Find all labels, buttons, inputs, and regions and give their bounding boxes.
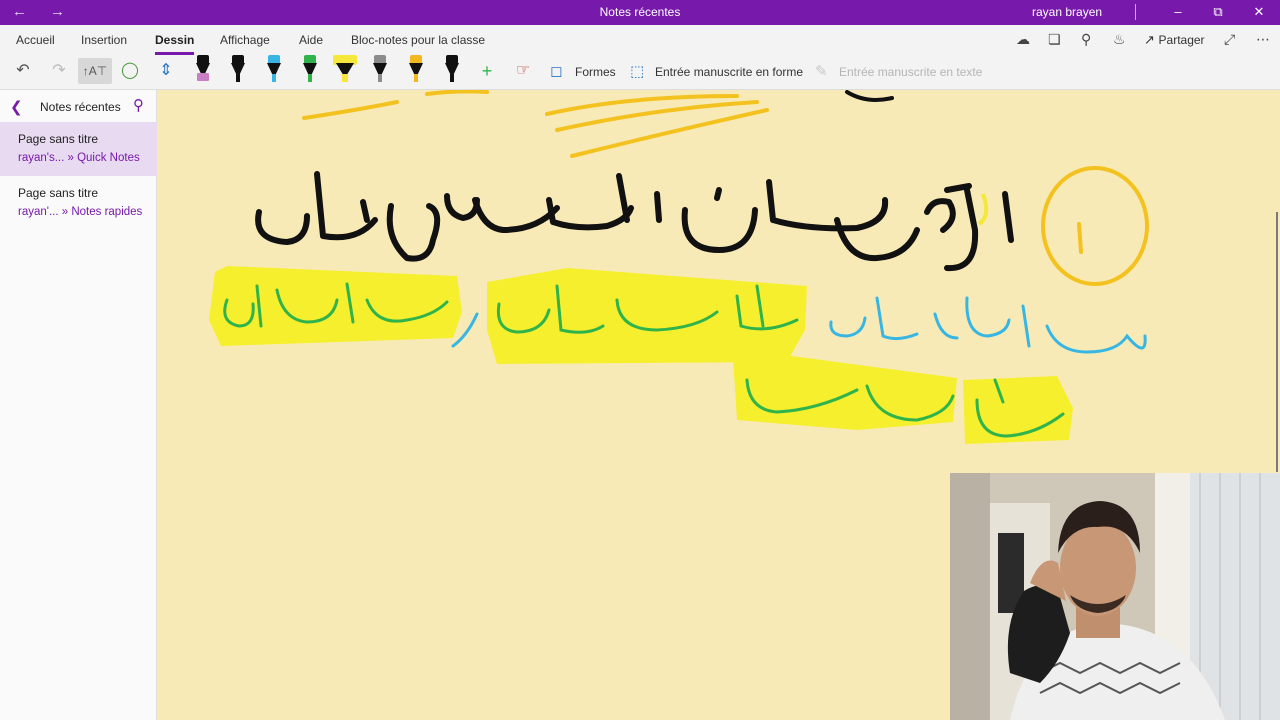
- notebooks-icon[interactable]: ❏: [1048, 31, 1061, 48]
- search-icon[interactable]: ⚲: [133, 96, 144, 114]
- lightbulb-icon[interactable]: ⚲: [1081, 31, 1091, 48]
- recent-notes-sidebar: ❮ Notes récentes ⚲ Page sans titre rayan…: [0, 90, 157, 720]
- sidebar-header: ❮ Notes récentes ⚲: [0, 90, 157, 122]
- titlebar-divider: [1135, 4, 1136, 20]
- redo-icon[interactable]: ↷: [48, 58, 70, 84]
- pen-black[interactable]: [229, 55, 247, 83]
- ribbon: Accueil Insertion Dessin Affichage Aide …: [0, 25, 1280, 90]
- shapes-button[interactable]: Formes: [575, 65, 616, 79]
- ink-to-shape-icon: ⬚: [630, 63, 645, 80]
- highlighter-yellow[interactable]: [333, 55, 357, 83]
- list-item[interactable]: Page sans titre rayan's... » Quick Notes: [0, 122, 157, 176]
- tab-affichage[interactable]: Affichage: [220, 33, 270, 47]
- restore-icon[interactable]: ⧉: [1208, 2, 1228, 22]
- presenter-image: [950, 473, 1280, 720]
- ink-replay-icon[interactable]: ☞: [512, 58, 534, 84]
- page-path: rayan's... » Quick Notes: [18, 152, 140, 164]
- pen-purple[interactable]: [194, 55, 212, 83]
- pen-gold[interactable]: [407, 55, 425, 83]
- type-select-icon[interactable]: ↑A⊤: [78, 58, 112, 84]
- ink-to-text-icon: ✎: [815, 63, 828, 80]
- user-name[interactable]: rayan brayen: [1032, 5, 1102, 19]
- title-bar: ← → Notes récentes rayan brayen – ⧉ ✕: [0, 0, 1280, 25]
- tab-accueil[interactable]: Accueil: [16, 33, 55, 47]
- pen-blue[interactable]: [265, 55, 283, 83]
- lasso-select-icon[interactable]: ◯: [119, 58, 141, 84]
- pen-green[interactable]: [301, 55, 319, 83]
- page-title: Page sans titre: [18, 132, 99, 146]
- tab-insertion[interactable]: Insertion: [81, 33, 127, 47]
- sidebar-title: Notes récentes: [40, 100, 121, 114]
- list-item[interactable]: Page sans titre rayan'... » Notes rapide…: [0, 176, 157, 230]
- fullscreen-icon[interactable]: ⤢: [1224, 31, 1235, 48]
- bell-icon[interactable]: ♨: [1113, 31, 1126, 48]
- share-icon: ↗: [1144, 32, 1159, 47]
- share-label: Partager: [1158, 33, 1205, 47]
- tab-bloc-notes[interactable]: Bloc-notes pour la classe: [351, 33, 485, 47]
- close-icon[interactable]: ✕: [1249, 2, 1269, 22]
- ink-to-shape-button[interactable]: Entrée manuscrite en forme: [655, 65, 803, 79]
- add-space-icon[interactable]: ⇕: [155, 58, 177, 84]
- pen-black-2[interactable]: [443, 55, 461, 83]
- tab-aide[interactable]: Aide: [299, 33, 323, 47]
- page-path: rayan'... » Notes rapides: [18, 206, 143, 218]
- add-pen-icon[interactable]: +: [476, 58, 498, 84]
- pen-gray[interactable]: [371, 55, 389, 83]
- minimize-icon[interactable]: –: [1168, 2, 1188, 22]
- tab-dessin[interactable]: Dessin: [155, 33, 195, 55]
- share-button[interactable]: ↗ Partager: [1144, 32, 1205, 48]
- shapes-icon: ◻: [550, 63, 563, 80]
- undo-icon[interactable]: ↶: [12, 58, 34, 84]
- ink-to-text-button[interactable]: Entrée manuscrite en texte: [839, 65, 982, 79]
- more-options-icon[interactable]: ⋯: [1256, 31, 1270, 48]
- sync-icon[interactable]: ☁: [1016, 31, 1030, 48]
- vertical-scrollbar[interactable]: [1276, 212, 1278, 472]
- page-title: Page sans titre: [18, 186, 99, 200]
- webcam-video: [950, 473, 1280, 720]
- chevron-left-icon[interactable]: ❮: [10, 98, 23, 116]
